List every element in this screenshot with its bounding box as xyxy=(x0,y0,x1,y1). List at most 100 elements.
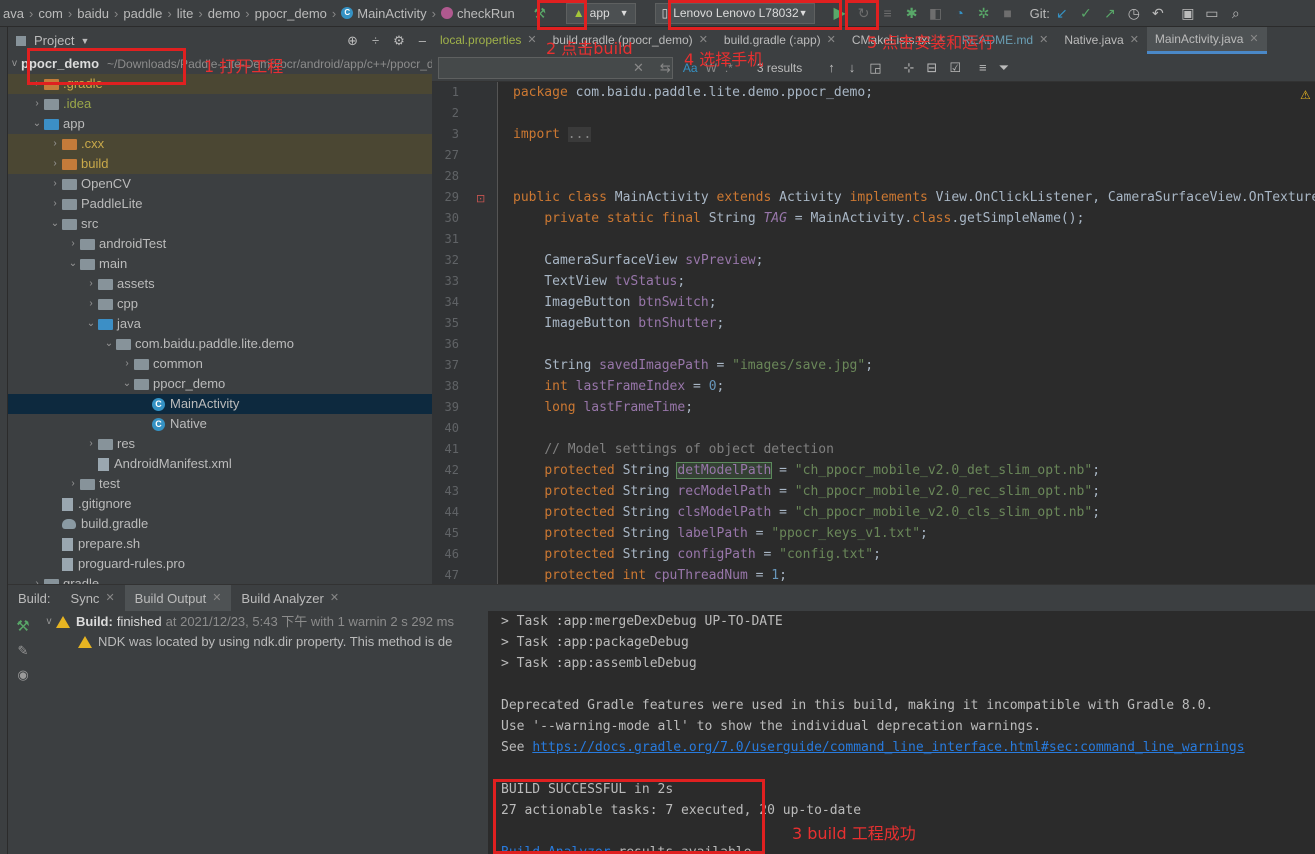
tab-build-analyzer[interactable]: Build Analyzer ✕ xyxy=(231,585,349,612)
tree-item[interactable]: C Native xyxy=(8,414,432,434)
breadcrumb-item[interactable]: paddle xyxy=(120,6,165,21)
build-hammer-icon[interactable]: ⚒ xyxy=(8,617,38,635)
close-icon[interactable]: ✕ xyxy=(212,585,221,612)
multiline-icon[interactable]: ≡ xyxy=(979,60,987,75)
replace-icon[interactable]: ⇆ xyxy=(660,60,671,76)
chevron-right-icon[interactable]: › xyxy=(66,474,80,494)
eye-icon[interactable]: ◉ xyxy=(8,667,38,683)
close-icon[interactable]: ✕ xyxy=(527,27,536,54)
rollback-icon[interactable]: ↶ xyxy=(1148,3,1168,23)
tree-item[interactable]: prepare.sh xyxy=(8,534,432,554)
tree-item[interactable]: C MainActivity xyxy=(8,394,432,414)
build-warning-row[interactable]: NDK was located by using ndk.dir propert… xyxy=(38,632,488,652)
chevron-right-icon[interactable]: › xyxy=(120,354,134,374)
history-icon[interactable]: ◷ xyxy=(1124,3,1144,23)
class-gutter-icon[interactable]: ⊡ xyxy=(476,192,485,205)
tree-item[interactable]: › res xyxy=(8,434,432,454)
close-icon[interactable]: ✕ xyxy=(105,585,114,612)
add-occurrence-icon[interactable]: ⊹ xyxy=(904,60,915,76)
chevron-down-icon[interactable]: v xyxy=(42,612,56,632)
stop-icon[interactable]: ■ xyxy=(998,3,1018,23)
tree-item[interactable]: ⌄ main xyxy=(8,254,432,274)
gradle-docs-link[interactable]: https://docs.gradle.org/7.0/userguide/co… xyxy=(532,740,1244,755)
tree-item[interactable]: › assets xyxy=(8,274,432,294)
git-push-icon[interactable]: ↗ xyxy=(1100,3,1120,23)
filter-icon[interactable]: ⏷ xyxy=(999,60,1009,76)
project-view-label[interactable]: Project xyxy=(34,33,74,48)
chevron-right-icon[interactable]: › xyxy=(48,134,62,154)
minimize-icon[interactable]: – xyxy=(419,33,426,49)
tree-item[interactable]: › build xyxy=(8,154,432,174)
git-update-icon[interactable]: ↙ xyxy=(1052,3,1072,23)
breadcrumb-item[interactable]: ppocr_demo xyxy=(252,6,330,21)
tree-item[interactable]: › test xyxy=(8,474,432,494)
close-icon[interactable]: ✕ xyxy=(1130,27,1139,54)
locate-icon[interactable]: ⊕ xyxy=(347,33,358,49)
editor-tab[interactable]: Native.java ✕ xyxy=(1056,27,1147,54)
chevron-right-icon[interactable]: › xyxy=(84,294,98,314)
close-icon[interactable]: ✕ xyxy=(1249,27,1258,53)
coverage-icon[interactable]: ◧ xyxy=(926,3,946,23)
warning-icon[interactable]: ⚠ xyxy=(1300,88,1311,102)
chevron-down-icon[interactable]: ⌄ xyxy=(102,334,116,354)
attach-debugger-icon[interactable]: ✲ xyxy=(974,3,994,23)
tree-item[interactable]: ⌄ java xyxy=(8,314,432,334)
pin-icon[interactable]: ✎ xyxy=(8,643,38,659)
search-icon[interactable]: ⌕ xyxy=(1226,3,1246,23)
chevron-right-icon[interactable]: › xyxy=(30,574,44,584)
close-icon[interactable]: ✕ xyxy=(633,60,644,76)
tree-item[interactable]: ⌄ app xyxy=(8,114,432,134)
arrow-down-icon[interactable]: ↓ xyxy=(849,60,856,75)
collapse-icon[interactable]: ÷ xyxy=(372,33,379,49)
gear-icon[interactable]: ⚙ xyxy=(393,33,405,49)
chevron-right-icon[interactable]: › xyxy=(48,154,62,174)
open-in-window-icon[interactable]: ◲ xyxy=(869,60,881,76)
chevron-down-icon[interactable]: ⌄ xyxy=(48,214,62,234)
code-editor[interactable]: package com.baidu.paddle.lite.demo.ppocr… xyxy=(500,82,1315,584)
select-all-occurrences-icon[interactable]: ☑ xyxy=(949,60,961,76)
tree-item[interactable]: ⌄ ppocr_demo xyxy=(8,374,432,394)
tree-item[interactable]: › gradle xyxy=(8,574,432,584)
editor-tab[interactable]: MainActivity.java ✕ xyxy=(1146,27,1267,54)
close-icon[interactable]: ✕ xyxy=(1039,27,1048,54)
tree-item[interactable]: › .cxx xyxy=(8,134,432,154)
tree-item[interactable]: ⌄ com.baidu.paddle.lite.demo xyxy=(8,334,432,354)
tab-sync[interactable]: Sync ✕ xyxy=(61,585,125,612)
tree-item[interactable]: › .idea xyxy=(8,94,432,114)
breadcrumb-item-class[interactable]: C MainActivity xyxy=(338,6,429,21)
profile-icon[interactable]: ◔ xyxy=(950,3,970,23)
tree-item[interactable]: › common xyxy=(8,354,432,374)
sdk-manager-icon[interactable]: ▭ xyxy=(1202,3,1222,23)
tree-item[interactable]: build.gradle xyxy=(8,514,432,534)
tree-item[interactable]: ⌄ src xyxy=(8,214,432,234)
git-commit-icon[interactable]: ✓ xyxy=(1076,3,1096,23)
breadcrumb-item[interactable]: lite xyxy=(174,6,197,21)
editor-tab[interactable]: local.properties ✕ xyxy=(432,27,545,54)
remove-occurrence-icon[interactable]: ⊟ xyxy=(926,60,937,76)
breadcrumb-item-method[interactable]: checkRun xyxy=(438,6,518,21)
project-structure-icon[interactable]: ▣ xyxy=(1178,3,1198,23)
chevron-right-icon[interactable]: › xyxy=(84,434,98,454)
breadcrumb-item[interactable]: ava xyxy=(0,6,27,21)
chevron-right-icon[interactable]: › xyxy=(48,174,62,194)
debug-icon[interactable]: ✱ xyxy=(902,3,922,23)
tree-item[interactable]: AndroidManifest.xml xyxy=(8,454,432,474)
tree-item[interactable]: › cpp xyxy=(8,294,432,314)
chevron-right-icon[interactable]: › xyxy=(30,94,44,114)
chevron-down-icon[interactable]: v xyxy=(12,54,17,74)
chevron-down-icon[interactable]: ⌄ xyxy=(120,374,134,394)
tree-item[interactable]: proguard-rules.pro xyxy=(8,554,432,574)
tree-item[interactable]: › androidTest xyxy=(8,234,432,254)
chevron-right-icon[interactable]: › xyxy=(66,234,80,254)
chevron-down-icon[interactable]: ▼ xyxy=(80,36,89,46)
chevron-right-icon[interactable]: › xyxy=(84,274,98,294)
tree-item[interactable]: › OpenCV xyxy=(8,174,432,194)
chevron-down-icon[interactable]: ⌄ xyxy=(66,254,80,274)
breadcrumb-item[interactable]: baidu xyxy=(74,6,112,21)
chevron-down-icon[interactable]: ⌄ xyxy=(84,314,98,334)
apply-code-changes-icon[interactable]: ≡ xyxy=(878,3,898,23)
close-icon[interactable]: ✕ xyxy=(330,585,339,612)
arrow-up-icon[interactable]: ↑ xyxy=(828,60,835,75)
tree-item[interactable]: .gitignore xyxy=(8,494,432,514)
tab-build-output[interactable]: Build Output ✕ xyxy=(124,584,232,612)
